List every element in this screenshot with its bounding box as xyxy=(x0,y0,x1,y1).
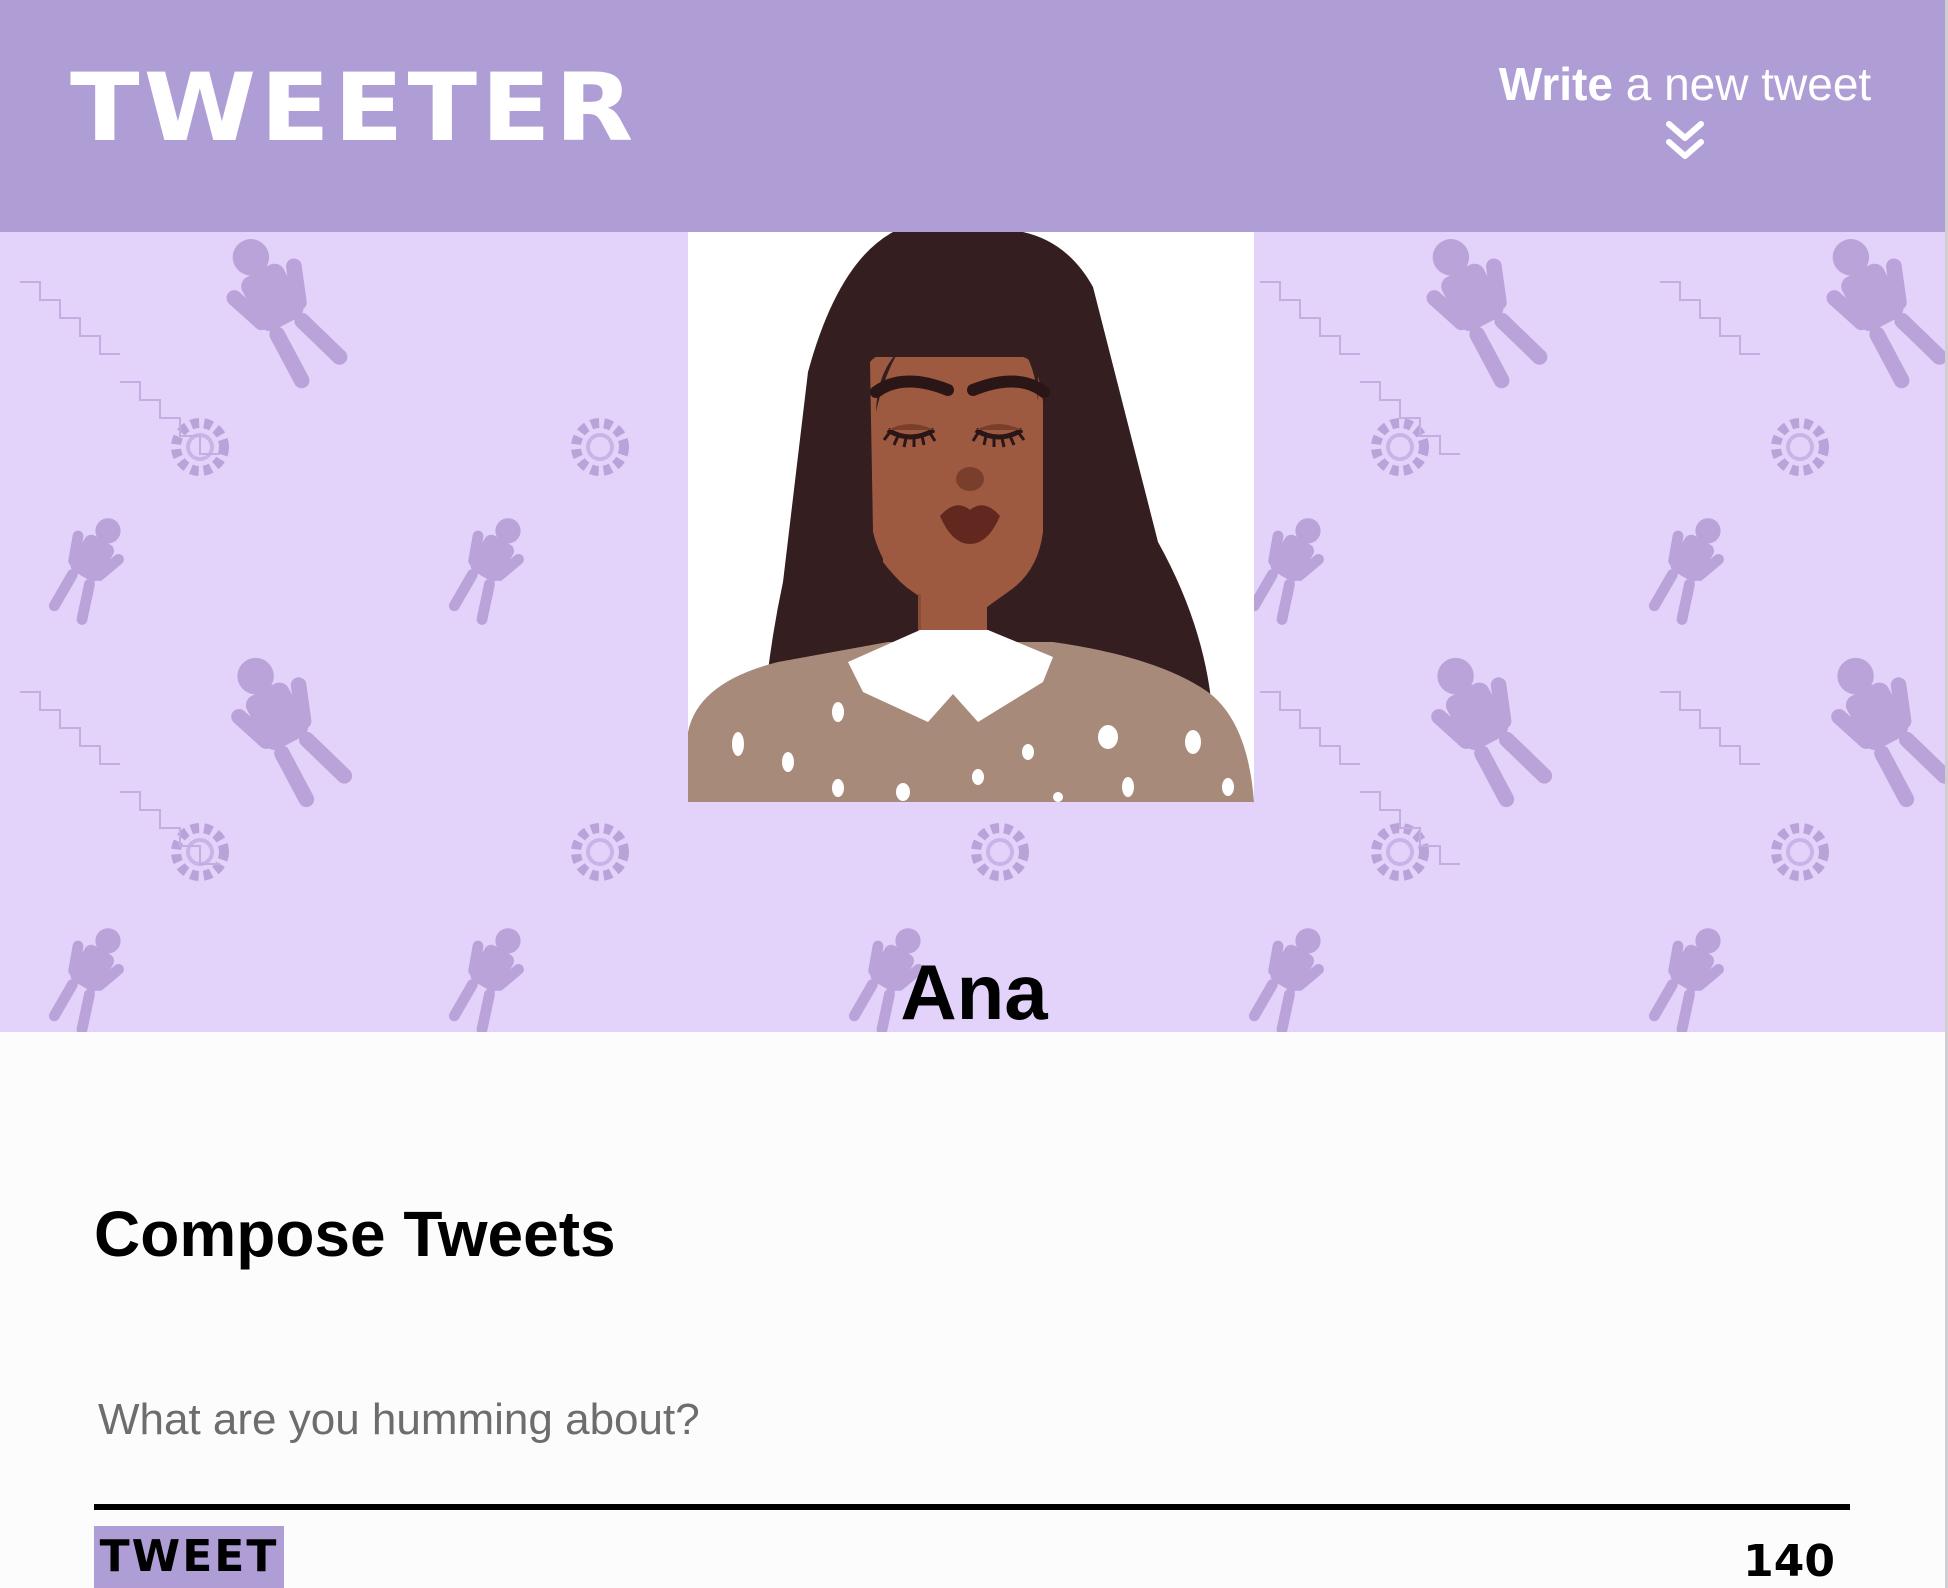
profile-username: Ana xyxy=(900,948,1048,1032)
profile-avatar xyxy=(688,232,1254,802)
write-label-bold: Write xyxy=(1498,58,1613,110)
top-nav-bar: TWEETER Write a new tweet xyxy=(0,0,1945,232)
write-new-tweet-toggle[interactable]: Write a new tweet xyxy=(1490,56,1880,164)
app-page: TWEETER Write a new tweet Ana Compose Tw… xyxy=(0,0,1948,1588)
write-new-tweet-label[interactable]: Write a new tweet xyxy=(1490,56,1880,112)
profile-banner: Ana xyxy=(0,232,1945,1032)
write-label-rest: a new tweet xyxy=(1612,58,1872,110)
character-counter: 140 xyxy=(1743,1536,1835,1587)
profile-avatar-illustration xyxy=(688,232,1254,802)
double-chevron-down-icon[interactable] xyxy=(1663,118,1707,164)
tweet-submit-button[interactable]: TWEET xyxy=(94,1526,284,1588)
compose-title: Compose Tweets xyxy=(94,1198,616,1270)
app-logo: TWEETER xyxy=(70,53,638,164)
tweet-input[interactable] xyxy=(94,1390,1850,1510)
